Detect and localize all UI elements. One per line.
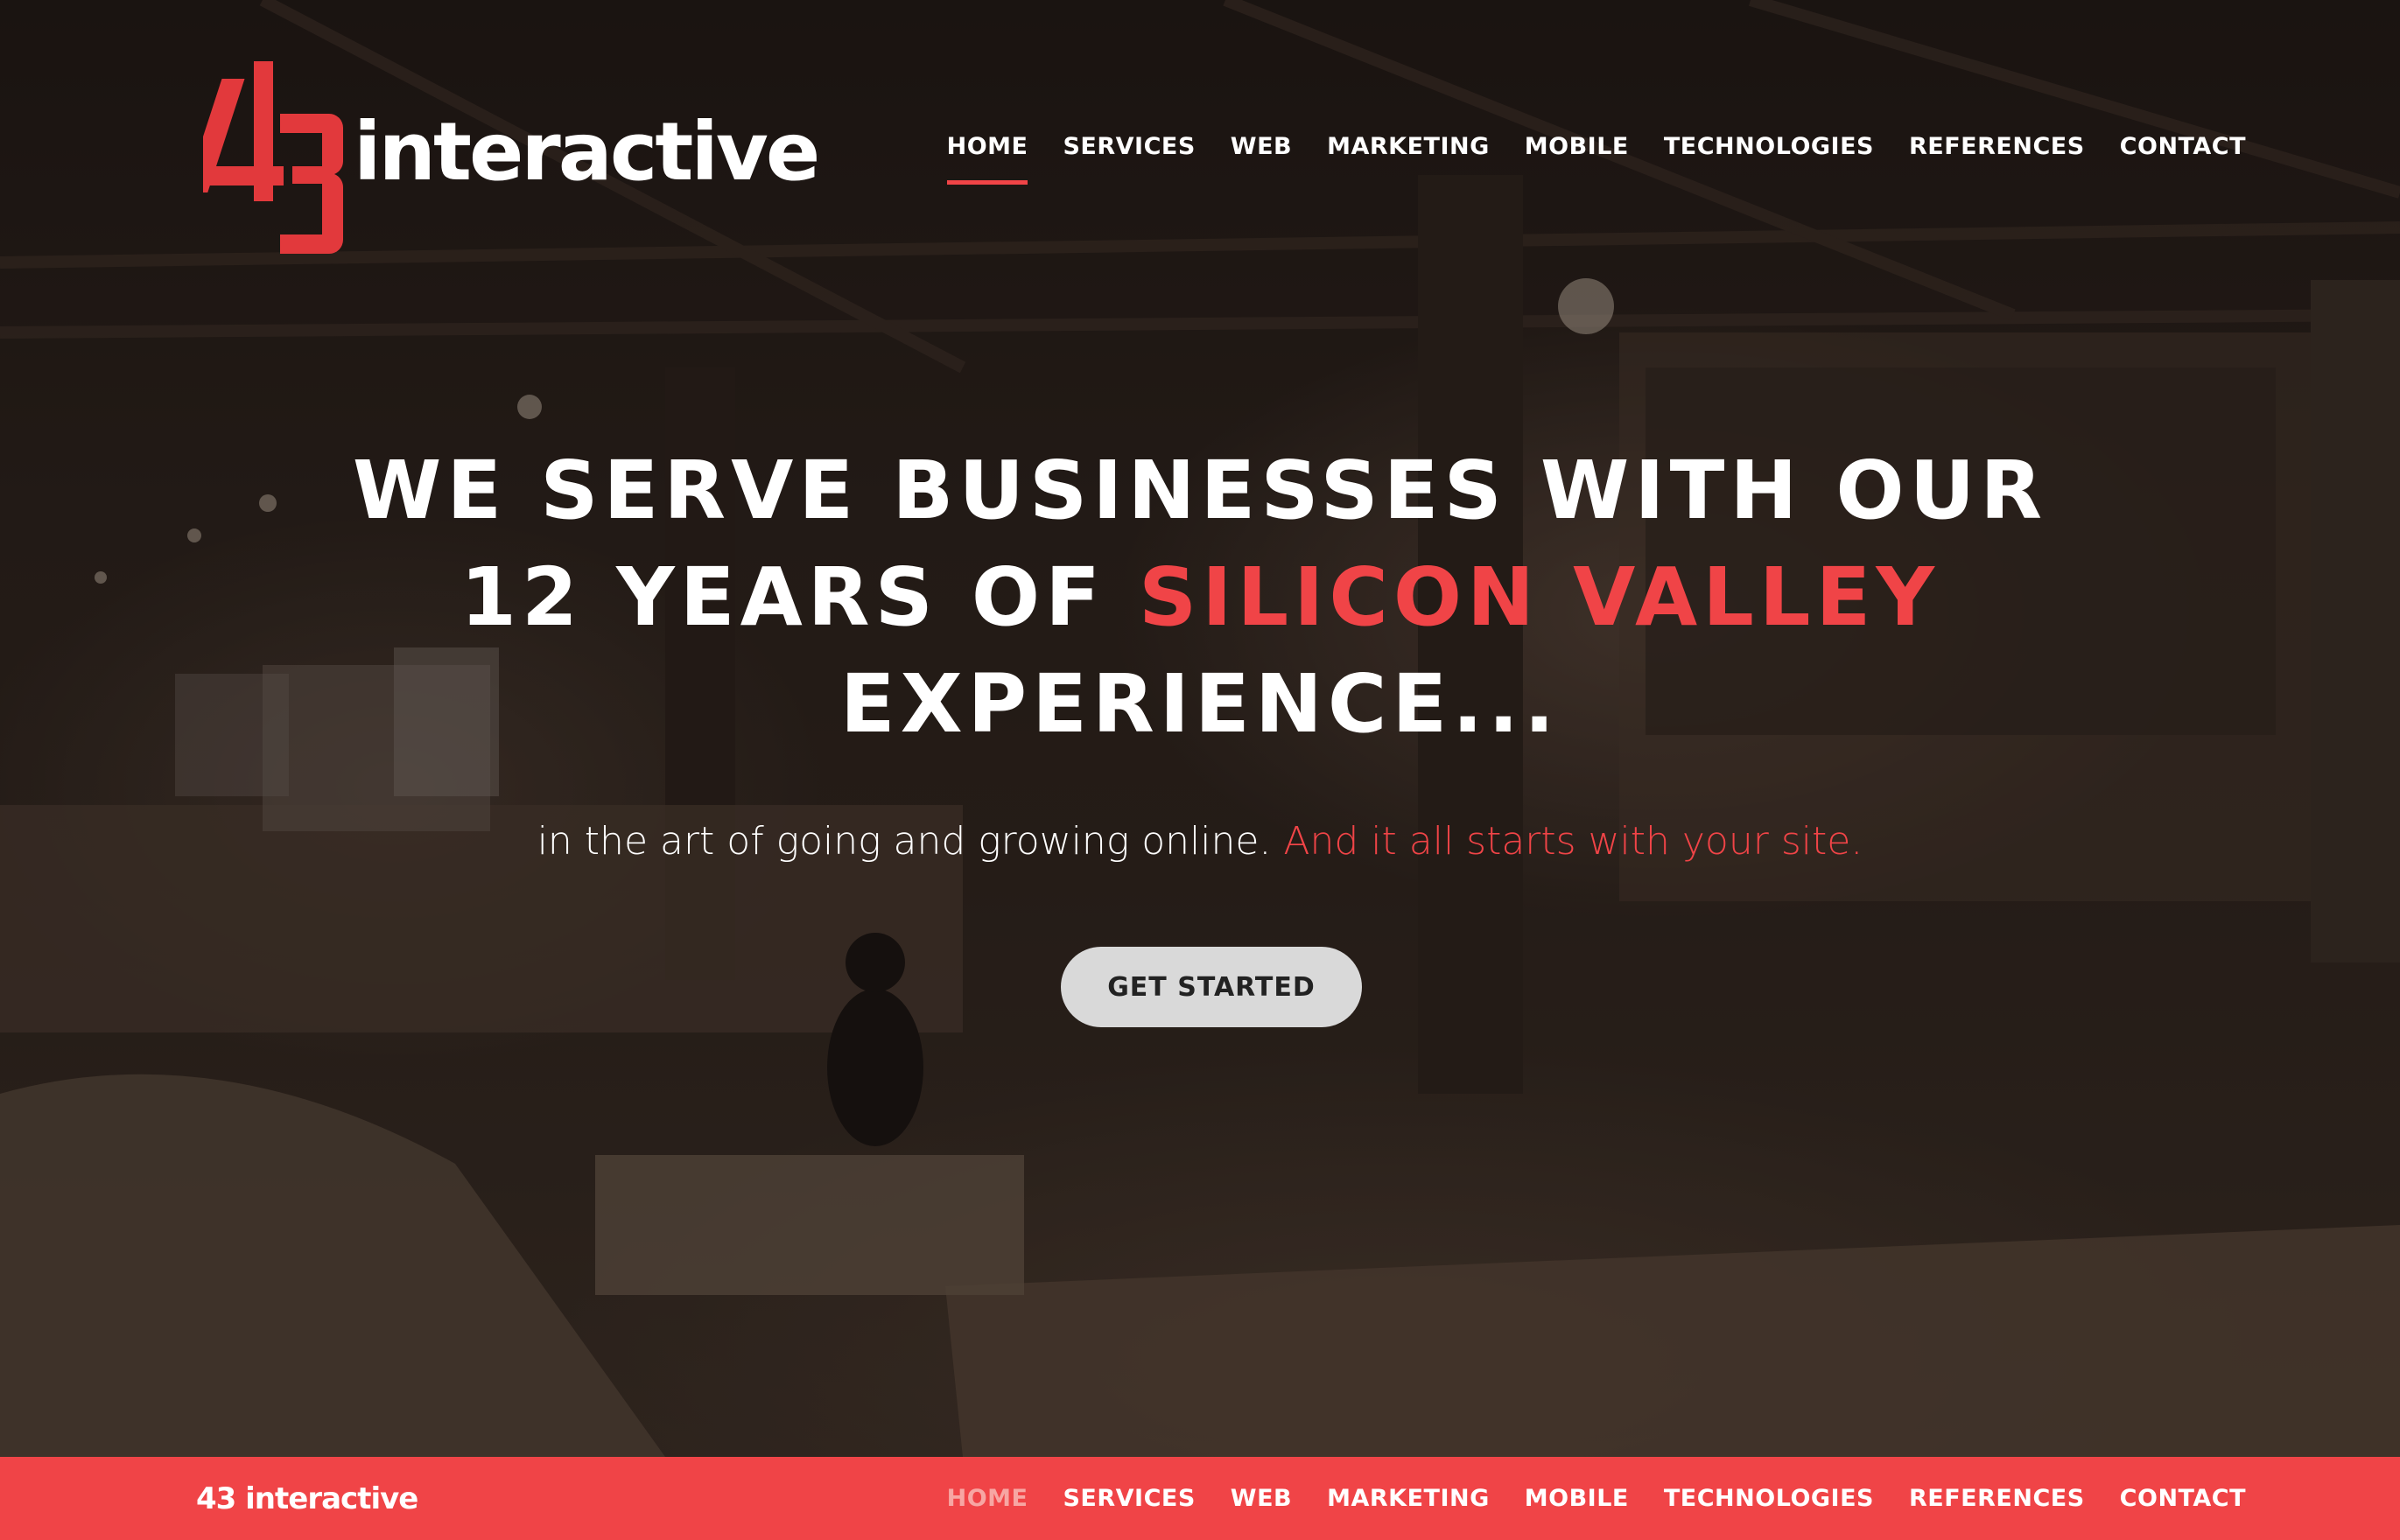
nav-references[interactable]: REFERENCES [1909, 133, 2085, 160]
sticky-nav-web[interactable]: WEB [1231, 1485, 1292, 1512]
nav-web[interactable]: WEB [1231, 133, 1292, 160]
headline-line-2: 12 YEARS OF SILICON VALLEY [0, 544, 2400, 651]
headline-line-3: EXPERIENCE... [839, 657, 1561, 751]
headline-line-2-prefix: 12 YEARS OF [460, 550, 1139, 644]
nav-mobile[interactable]: MOBILE [1525, 133, 1629, 160]
tagline-prefix: in the art of going and growing online. [537, 819, 1284, 864]
sticky-nav-services[interactable]: SERVICES [1063, 1485, 1195, 1512]
logo-wordmark: interactive [354, 105, 820, 199]
nav-marketing[interactable]: MARKETING [1327, 133, 1490, 160]
get-started-button[interactable]: GET STARTED [1061, 947, 1362, 1027]
sticky-nav-contact[interactable]: CONTACT [2120, 1485, 2246, 1512]
sticky-nav-technologies[interactable]: TECHNOLOGIES [1664, 1485, 1874, 1512]
sticky-nav-home[interactable]: HOME [947, 1485, 1028, 1512]
sticky-nav-mobile[interactable]: MOBILE [1525, 1485, 1629, 1512]
logo-43-mark [203, 61, 343, 254]
site-logo[interactable]: interactive [203, 61, 820, 262]
nav-technologies[interactable]: TECHNOLOGIES [1664, 133, 1874, 160]
sticky-nav-bar: 43 interactive HOME SERVICES WEB MARKETI… [0, 1457, 2400, 1540]
sticky-nav: HOME SERVICES WEB MARKETING MOBILE TECHN… [912, 1485, 2246, 1512]
headline-accent: SILICON VALLEY [1138, 550, 1940, 644]
headline-line-1: WE SERVE BUSINESSES WITH OUR [352, 444, 2048, 537]
sticky-nav-marketing[interactable]: MARKETING [1327, 1485, 1490, 1512]
nav-home[interactable]: HOME [946, 133, 1028, 185]
main-nav: HOME SERVICES WEB MARKETING MOBILE TECHN… [912, 133, 2246, 185]
sticky-logo[interactable]: 43 interactive [196, 1481, 418, 1516]
tagline-accent: And it all starts with your site. [1283, 819, 1863, 864]
sticky-nav-references[interactable]: REFERENCES [1909, 1485, 2085, 1512]
hero-headline: WE SERVE BUSINESSES WITH OUR 12 YEARS OF… [0, 438, 2400, 758]
nav-contact[interactable]: CONTACT [2120, 133, 2246, 160]
hero-tagline: in the art of going and growing online. … [0, 819, 2400, 864]
nav-services[interactable]: SERVICES [1063, 133, 1195, 160]
